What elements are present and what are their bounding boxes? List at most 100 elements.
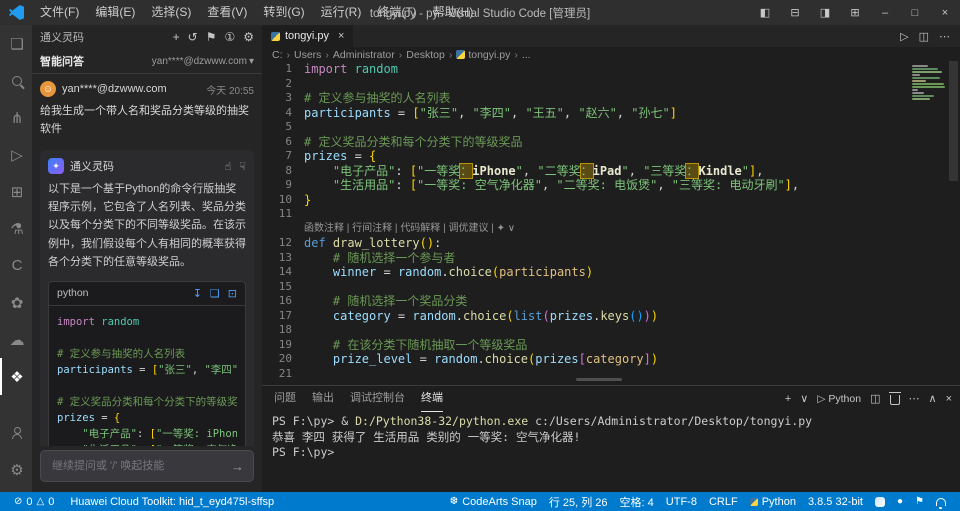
indentation[interactable]: 空格: 4	[614, 492, 660, 511]
more-actions-icon[interactable]: ⋯	[939, 30, 950, 43]
code-line[interactable]: 1import random	[262, 62, 940, 77]
breadcrumb-item[interactable]: Administrator	[333, 49, 395, 61]
toggle-panel-icon[interactable]: ⊟	[780, 0, 810, 25]
code-line[interactable]: 20 prize_level = random.choice(prizes[ca…	[262, 352, 940, 367]
code-line[interactable]: 10}	[262, 193, 940, 208]
open-in-editor-icon[interactable]: ⊡	[228, 287, 237, 300]
code-line[interactable]: 9 "生活用品": ["一等奖: 空气净化器", "二等奖: 电饭煲", "三等…	[262, 178, 940, 193]
editor-hscrollbar[interactable]	[576, 378, 622, 381]
kill-terminal-icon[interactable]	[890, 395, 900, 405]
more-terminal-icon[interactable]: ⋯	[909, 392, 920, 405]
maximize-icon[interactable]: □	[900, 0, 930, 25]
extensions-icon[interactable]: ⊞	[0, 173, 32, 210]
codelens-action[interactable]: 函数注释	[304, 223, 344, 234]
toggle-secondary-sidebar-icon[interactable]: ◨	[810, 0, 840, 25]
terminal-dropdown-icon[interactable]: ∨	[800, 392, 808, 405]
breadcrumb-item[interactable]: ...	[522, 49, 531, 61]
help-icon[interactable]: ①	[224, 31, 235, 43]
thumbs-down-icon[interactable]: ☟	[239, 160, 246, 173]
encoding[interactable]: UTF-8	[660, 492, 703, 511]
code-line[interactable]: 5	[262, 120, 940, 135]
new-terminal-icon[interactable]: +	[785, 393, 791, 405]
panel-tab-输出[interactable]: 输出	[312, 386, 334, 412]
thumbs-up-icon[interactable]: ☝	[225, 160, 232, 173]
customize-layout-icon[interactable]: ⊞	[840, 0, 870, 25]
code-line[interactable]: 11	[262, 207, 940, 222]
code-line[interactable]: 7prizes = {	[262, 149, 940, 164]
code-line[interactable]: 8 "电子产品": ["一等奖：iPhone", "二等奖：iPad", "三等…	[262, 164, 940, 179]
code-line[interactable]: 14 winner = random.choice(participants)	[262, 265, 940, 280]
insert-code-icon[interactable]: ↧	[193, 287, 202, 300]
huawei-cloud-icon[interactable]: ☁	[0, 321, 32, 358]
send-icon[interactable]: →	[231, 459, 244, 474]
chat-message-list[interactable]: ☺ yan****@dzwww.com 今天 20:55 给我生成一个带人名和奖…	[32, 73, 262, 446]
python-terminal-profile[interactable]: ▷Python	[817, 393, 861, 405]
close-window-icon[interactable]: ×	[930, 0, 960, 25]
minimap[interactable]	[912, 65, 946, 101]
code-line[interactable]: 18	[262, 323, 940, 338]
test-flask-icon[interactable]: ⚗	[0, 210, 32, 247]
python-interpreter[interactable]: 3.8.5 32-bit	[802, 492, 869, 511]
run-python-file-icon[interactable]: ▷	[900, 30, 908, 43]
code-line[interactable]: 6# 定义奖品分类和每个分类下的等级奖品	[262, 135, 940, 150]
panel-tab-调试控制台[interactable]: 调试控制台	[350, 386, 405, 412]
chat-input-box[interactable]: →	[40, 450, 254, 482]
account-icon[interactable]	[0, 414, 32, 451]
search-icon[interactable]	[0, 62, 32, 99]
eol-sequence[interactable]: CRLF	[703, 492, 744, 511]
split-terminal-icon[interactable]: ◫	[870, 392, 880, 405]
menu-item[interactable]: 编辑(E)	[87, 0, 143, 25]
menu-item[interactable]: 运行(R)	[313, 0, 370, 25]
feedback-icon[interactable]: ⚑	[206, 31, 217, 43]
minimize-icon[interactable]: –	[870, 0, 900, 25]
settings-gear-icon[interactable]: ⚙	[0, 451, 32, 488]
tongyi-lingma-icon[interactable]: ❖	[0, 358, 32, 395]
copy-code-icon[interactable]: ❏	[210, 287, 220, 300]
close-tab-icon[interactable]: ×	[338, 30, 344, 42]
language-mode[interactable]: Python	[744, 492, 802, 511]
codelens-action[interactable]: 行间注释	[352, 223, 392, 234]
new-chat-icon[interactable]: +	[173, 31, 180, 43]
feedback-flag-icon[interactable]: ⚑	[909, 492, 930, 511]
codelens-action[interactable]: 调优建议	[448, 223, 488, 234]
codelens-ai-icon[interactable]: ✦	[497, 223, 505, 234]
terminal-output[interactable]: PS F:\py> & D:/Python38-32/python.exe c:…	[262, 411, 960, 464]
code-line[interactable]: 3# 定义参与抽奖的人名列表	[262, 91, 940, 106]
run-debug-icon[interactable]: ▷	[0, 136, 32, 173]
tab-tongyi-py[interactable]: tongyi.py ×	[262, 25, 354, 47]
editor-scrollbar[interactable]	[949, 61, 958, 181]
close-panel-icon[interactable]: ×	[946, 393, 952, 405]
code-line[interactable]: 12def draw_lottery():	[262, 236, 940, 251]
codegeex-status-icon[interactable]: ●	[891, 492, 909, 511]
maximize-panel-icon[interactable]: ∧	[929, 392, 937, 405]
explorer-icon[interactable]: ❏	[0, 25, 32, 62]
code-line[interactable]: 13 # 随机选择一个参与者	[262, 251, 940, 266]
panel-tab-问题[interactable]: 问题	[274, 386, 296, 412]
tongyi-status-icon[interactable]	[869, 492, 891, 511]
huawei-icon[interactable]: ✿	[0, 284, 32, 321]
code-editor[interactable]: 1import random2 3# 定义参与抽奖的人名列表4participa…	[262, 62, 940, 385]
problems-indicator[interactable]: ⊘ 0 △ 0	[8, 492, 60, 511]
codelens-action[interactable]: 代码解释	[400, 223, 440, 234]
code-line[interactable]: 19 # 在该分类下随机抽取一个等级奖品	[262, 338, 940, 353]
codearts-snap[interactable]: ❆CodeArts Snap	[444, 492, 543, 511]
menu-item[interactable]: 选择(S)	[143, 0, 199, 25]
menu-item[interactable]: 文件(F)	[32, 0, 87, 25]
menu-item[interactable]: 查看(V)	[199, 0, 255, 25]
panel-tab-终端[interactable]: 终端	[421, 386, 443, 412]
tab-smart-qa[interactable]: 智能问答	[40, 53, 84, 69]
code-line[interactable]: 16 # 随机选择一个奖品分类	[262, 294, 940, 309]
code-line[interactable]: 15	[262, 280, 940, 295]
codelens-chevron-icon[interactable]: ∨	[505, 223, 515, 234]
chat-input[interactable]	[50, 459, 231, 473]
breadcrumb-item[interactable]: C:	[272, 49, 283, 61]
codegeex-icon[interactable]: C	[0, 247, 32, 284]
code-line[interactable]: 4participants = ["张三", "李四", "王五", "赵六",…	[262, 106, 940, 121]
split-editor-icon[interactable]: ◫	[919, 30, 929, 43]
menu-item[interactable]: 转到(G)	[255, 0, 312, 25]
notifications-bell-icon[interactable]	[930, 492, 952, 511]
code-line[interactable]: 17 category = random.choice(list(prizes.…	[262, 309, 940, 324]
toggle-primary-sidebar-icon[interactable]: ◧	[750, 0, 780, 25]
history-icon[interactable]: ↺	[188, 31, 198, 43]
source-control-icon[interactable]: ⋔	[0, 99, 32, 136]
